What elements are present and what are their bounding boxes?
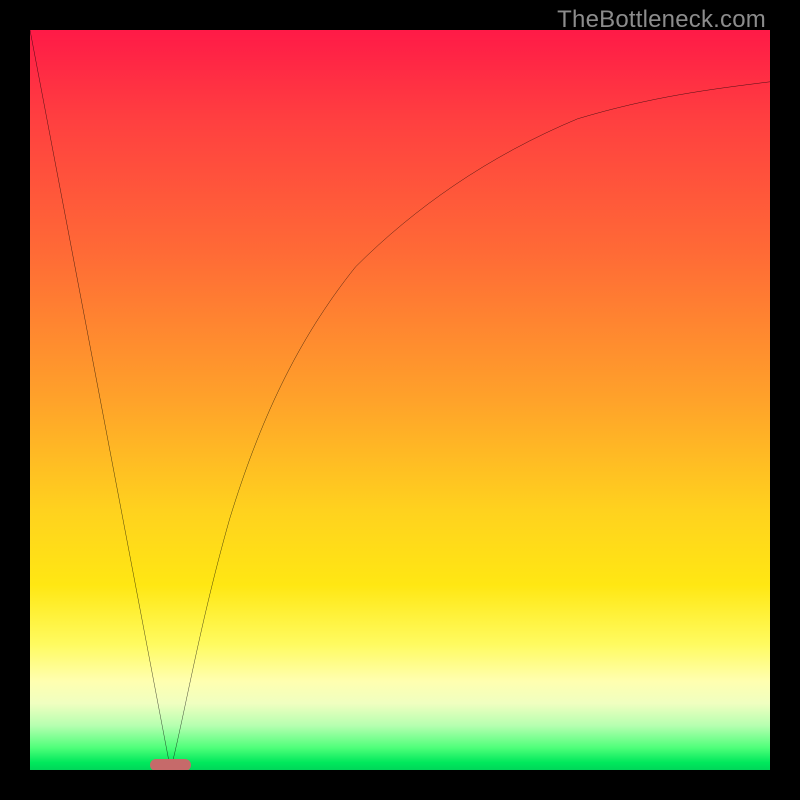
optimum-marker xyxy=(150,759,191,770)
chart-frame: TheBottleneck.com xyxy=(0,0,800,800)
bottleneck-curve xyxy=(30,30,770,770)
plot-area xyxy=(30,30,770,770)
